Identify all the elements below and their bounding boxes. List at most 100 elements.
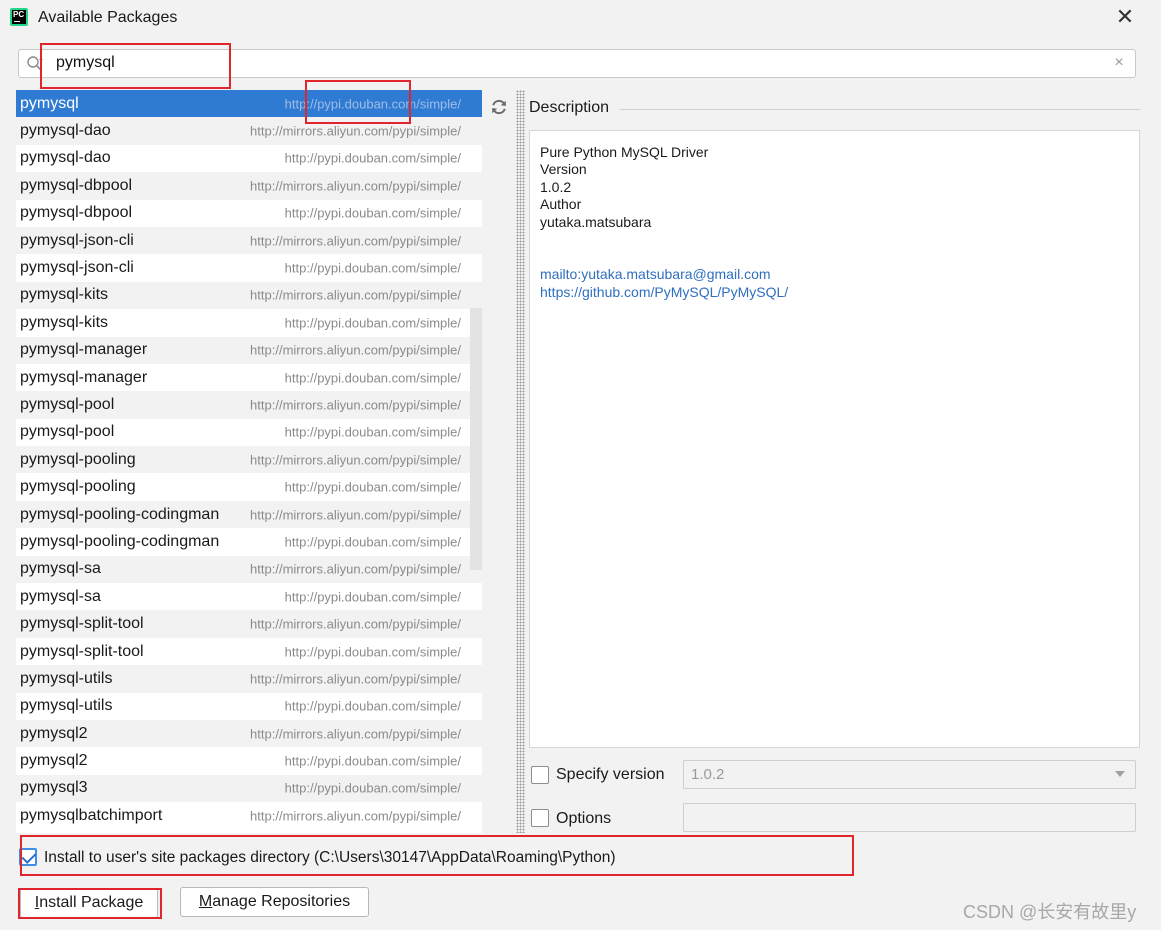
- package-name: pymysql-split-tool: [20, 642, 144, 660]
- description-version-label: Version: [540, 161, 587, 177]
- description-version: 1.0.2: [540, 179, 572, 195]
- package-name: pymysql-manager: [20, 341, 148, 359]
- package-row[interactable]: http://pypi.douban.com/simple/pymysql2: [16, 747, 482, 774]
- package-row[interactable]: http://mirrors.aliyun.com/pypi/simple/py…: [16, 391, 482, 419]
- package-row[interactable]: http://mirrors.aliyun.com/pypi/simple/py…: [16, 610, 482, 638]
- package-name: pymysql-json-cli: [20, 231, 134, 249]
- package-name: pymysql-kits: [20, 286, 109, 304]
- package-repo: http://pypi.douban.com/simple/: [284, 96, 461, 112]
- package-row[interactable]: http://pypi.douban.com/simple/pymysql-ut…: [16, 693, 482, 720]
- package-row[interactable]: http://pypi.douban.com/simple/pymysql-sa: [16, 583, 482, 610]
- package-row[interactable]: http://mirrors.aliyun.com/pypi/simple/py…: [16, 281, 482, 310]
- manage-label: anage Repositories: [212, 893, 351, 910]
- package-list-scroll-thumb[interactable]: [470, 308, 482, 570]
- clear-search-icon[interactable]: ×: [1110, 53, 1128, 73]
- package-row[interactable]: http://mirrors.aliyun.com/pypi/simple/py…: [16, 226, 482, 255]
- package-repo: http://pypi.douban.com/simple/: [284, 780, 461, 796]
- package-name: pymysql2: [20, 752, 88, 770]
- install-package-button[interactable]: Install Package: [20, 888, 158, 918]
- options-checkbox[interactable]: [531, 809, 549, 827]
- manage-mnemonic: M: [198, 893, 213, 910]
- package-name: pymysql: [20, 94, 79, 112]
- package-row[interactable]: http://pypi.douban.com/simple/pymysql: [16, 90, 482, 118]
- close-icon[interactable]: ✕: [1112, 4, 1138, 30]
- package-row[interactable]: http://mirrors.aliyun.com/pypi/simple/py…: [16, 555, 482, 584]
- package-repo: http://mirrors.aliyun.com/pypi/simple/: [250, 507, 461, 523]
- package-row[interactable]: http://pypi.douban.com/simple/pymysql-da…: [16, 145, 482, 172]
- package-repo: http://pypi.douban.com/simple/: [284, 370, 461, 386]
- package-name: pymysql-dbpool: [20, 176, 133, 194]
- package-repo: http://pypi.douban.com/simple/: [284, 150, 461, 166]
- package-name: pymysql-dao: [20, 122, 111, 140]
- options-label: Options: [556, 810, 612, 827]
- description-label: Description: [529, 99, 610, 116]
- search-input[interactable]: [56, 51, 1096, 75]
- package-row[interactable]: http://pypi.douban.com/simple/pymysql-po…: [16, 528, 482, 555]
- description-divider: [620, 109, 1140, 110]
- panel-splitter[interactable]: [516, 90, 525, 833]
- package-name: pymysql-utils: [20, 697, 113, 715]
- package-repo: http://mirrors.aliyun.com/pypi/simple/: [250, 616, 461, 632]
- install-user-site-label: Install to user's site packages director…: [44, 849, 616, 866]
- package-name: pymysql-split-tool: [20, 615, 144, 633]
- version-select[interactable]: 1.0.2: [683, 760, 1136, 789]
- package-list[interactable]: http://pypi.douban.com/simple/pymysql htt…: [16, 90, 482, 833]
- homepage-link[interactable]: https://github.com/PyMySQL/PyMySQL/: [540, 284, 788, 300]
- package-row[interactable]: http://mirrors.aliyun.com/pypi/simple/py…: [16, 665, 482, 693]
- package-repo: http://pypi.douban.com/simple/: [284, 698, 461, 714]
- refresh-icon[interactable]: [488, 96, 510, 118]
- package-name: pymysql-dbpool: [20, 204, 133, 222]
- package-name: pymysql-pool: [20, 395, 115, 413]
- package-repo: http://mirrors.aliyun.com/pypi/simple/: [250, 123, 461, 139]
- package-repo: http://pypi.douban.com/simple/: [284, 260, 461, 276]
- description-author-label: Author: [540, 196, 582, 212]
- package-name: pymysql-pooling: [20, 450, 136, 468]
- package-repo: http://pypi.douban.com/simple/: [284, 534, 461, 550]
- package-row[interactable]: http://mirrors.aliyun.com/pypi/simple/py…: [16, 802, 482, 829]
- package-row[interactable]: http://mirrors.aliyun.com/pypi/simple/py…: [16, 336, 482, 364]
- package-repo: http://mirrors.aliyun.com/pypi/simple/: [250, 671, 461, 687]
- package-repo: http://mirrors.aliyun.com/pypi/simple/: [250, 726, 461, 742]
- package-name: pymysql-pooling-codingman: [20, 505, 221, 524]
- package-row[interactable]: http://pypi.douban.com/simple/pymysql3: [16, 774, 482, 803]
- package-row[interactable]: http://pypi.douban.com/simple/pymysql-js…: [16, 254, 482, 281]
- package-repo: http://pypi.douban.com/simple/: [284, 753, 461, 769]
- package-row[interactable]: http://pypi.douban.com/simple/pymysql-po…: [16, 473, 482, 500]
- package-name: pymysql-utils: [20, 669, 113, 687]
- package-repo: http://pypi.douban.com/simple/: [284, 315, 461, 331]
- specify-version-label: Specify version: [556, 766, 665, 783]
- window-title: Available Packages: [38, 9, 178, 26]
- install-label: nstall Package: [39, 894, 144, 911]
- package-repo: http://pypi.douban.com/simple/: [284, 644, 461, 659]
- package-row[interactable]: http://mirrors.aliyun.com/pypi/simple/py…: [16, 446, 482, 474]
- package-repo: http://mirrors.aliyun.com/pypi/simple/: [250, 397, 461, 413]
- package-repo: http://mirrors.aliyun.com/pypi/simple/: [250, 233, 461, 249]
- manage-repositories-button[interactable]: Manage Repositories: [180, 887, 369, 917]
- package-repo: http://pypi.douban.com/simple/: [284, 589, 461, 605]
- specify-version-checkbox[interactable]: [531, 766, 549, 784]
- package-repo: http://mirrors.aliyun.com/pypi/simple/: [250, 342, 461, 358]
- options-input[interactable]: [683, 803, 1136, 832]
- watermark: CSDN @长安有故里y: [963, 902, 1137, 922]
- package-row[interactable]: http://pypi.douban.com/simple/pymysql-ki…: [16, 309, 482, 336]
- package-row[interactable]: http://pypi.douban.com/simple/pymysql-po…: [16, 419, 482, 446]
- package-row[interactable]: http://pypi.douban.com/simple/pymysql-ma…: [16, 364, 482, 391]
- author-email-link[interactable]: mailto:yutaka.matsubara@gmail.com: [540, 266, 771, 282]
- package-row[interactable]: http://mirrors.aliyun.com/pypi/simple/py…: [16, 500, 482, 529]
- package-repo: http://mirrors.aliyun.com/pypi/simple/: [250, 808, 461, 824]
- package-name: pymysql-pool: [20, 423, 115, 441]
- description-summary: Pure Python MySQL Driver: [540, 144, 709, 160]
- package-row[interactable]: http://pypi.douban.com/simple/pymysql-db…: [16, 200, 482, 227]
- search-icon: [27, 56, 43, 71]
- package-repo: http://pypi.douban.com/simple/: [284, 424, 461, 440]
- package-row[interactable]: http://pypi.douban.com/simple/pymysql-sp…: [16, 638, 482, 665]
- package-name: pymysql3: [20, 779, 88, 797]
- package-repo: http://mirrors.aliyun.com/pypi/simple/: [250, 178, 461, 194]
- package-row[interactable]: http://mirrors.aliyun.com/pypi/simple/py…: [16, 172, 482, 200]
- install-user-site-checkbox[interactable]: [19, 848, 37, 866]
- package-repo: http://pypi.douban.com/simple/: [284, 479, 461, 495]
- package-repo: http://mirrors.aliyun.com/pypi/simple/: [250, 561, 461, 577]
- package-row[interactable]: http://mirrors.aliyun.com/pypi/simple/py…: [16, 719, 482, 748]
- package-row[interactable]: http://mirrors.aliyun.com/pypi/simple/py…: [16, 117, 482, 145]
- package-name: pymysql2: [20, 724, 88, 742]
